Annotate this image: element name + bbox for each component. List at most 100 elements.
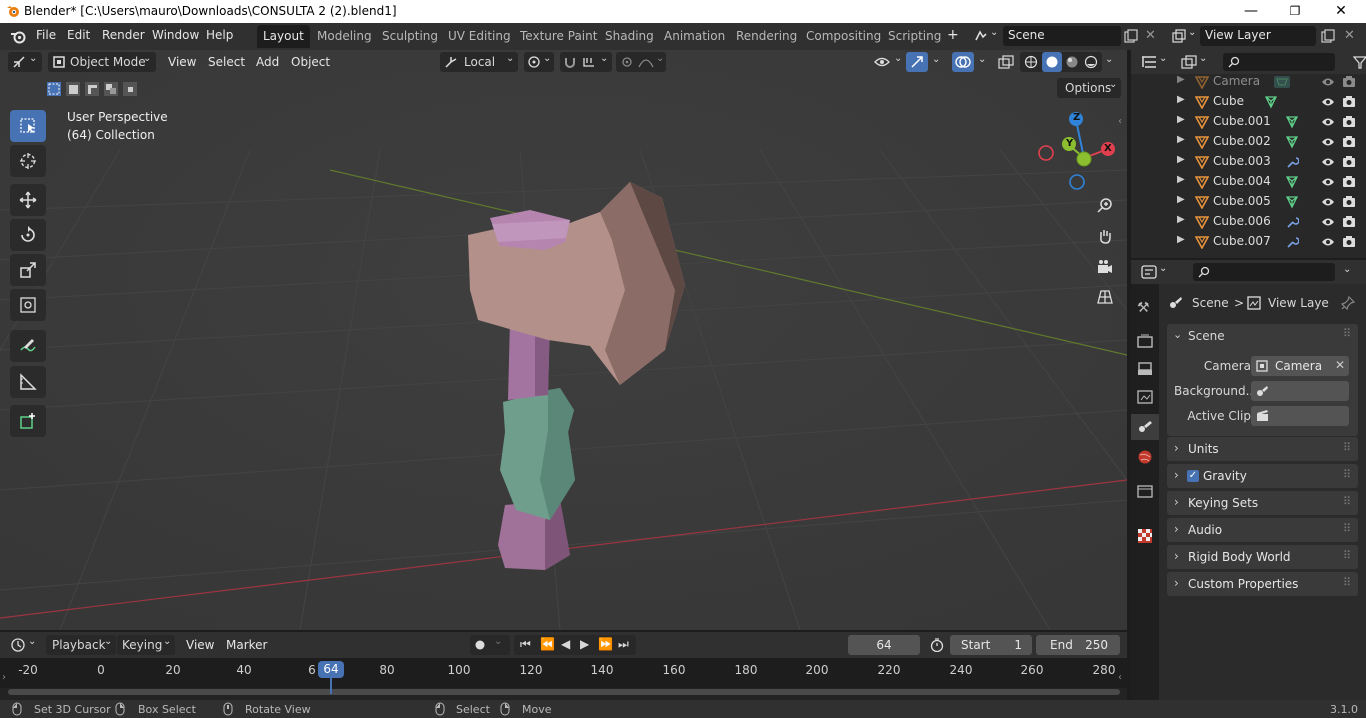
- playhead-marker[interactable]: 64: [318, 661, 344, 678]
- solid-shading-button[interactable]: [1042, 52, 1062, 72]
- properties-search-input[interactable]: [1193, 263, 1335, 281]
- mode-dropdown[interactable]: Object Mode ⌄: [48, 52, 156, 72]
- select-box-tool[interactable]: [10, 110, 46, 142]
- drag-handle-icon[interactable]: ⠿: [1343, 495, 1351, 508]
- viewport-menu-add[interactable]: Add: [256, 55, 279, 69]
- overlays-toggle-button[interactable]: [952, 52, 974, 72]
- panel-audio[interactable]: › Audio ⠿: [1167, 518, 1358, 542]
- annotate-tool[interactable]: [10, 330, 46, 362]
- minimize-button[interactable]: —: [1228, 0, 1274, 23]
- menu-file[interactable]: File: [36, 28, 56, 42]
- timeline-left-arrow-icon[interactable]: ›: [2, 672, 6, 683]
- cursor-tool[interactable]: [10, 145, 46, 177]
- tab-texture-paint[interactable]: Texture Paint: [514, 25, 603, 48]
- view-layer-browse-button[interactable]: ⌄: [1170, 26, 1200, 46]
- pivot-point-dropdown[interactable]: ⌄: [524, 52, 554, 72]
- snapping-controls[interactable]: ⌄: [560, 52, 612, 72]
- eye-icon[interactable]: [1321, 136, 1335, 148]
- drag-handle-icon[interactable]: ⠿: [1343, 441, 1351, 454]
- outliner-row[interactable]: ▶ Cube.004: [1131, 172, 1366, 192]
- 3d-viewport[interactable]: ⌄ Object Mode ⌄ View Select Add Object L…: [0, 50, 1127, 630]
- eye-icon[interactable]: [1321, 196, 1335, 208]
- outliner-row[interactable]: ▶ Cube.005: [1131, 192, 1366, 212]
- viewport-menu-object[interactable]: Object: [291, 55, 330, 69]
- camera-render-icon[interactable]: [1342, 235, 1356, 248]
- world-tab-icon[interactable]: [1137, 449, 1153, 465]
- panel-keying-sets[interactable]: › Keying Sets ⠿: [1167, 491, 1358, 515]
- tab-compositing[interactable]: Compositing: [800, 25, 887, 48]
- overlays-dropdown-chevron-icon[interactable]: ⌄: [978, 54, 986, 65]
- scene-browse-button[interactable]: ⌄: [972, 26, 1002, 46]
- select-subtract-icon[interactable]: [84, 81, 100, 97]
- clear-camera-icon[interactable]: ✕: [1335, 358, 1345, 372]
- camera-render-icon[interactable]: [1342, 135, 1356, 148]
- select-extend-icon[interactable]: [65, 81, 81, 97]
- eye-icon[interactable]: [1321, 236, 1335, 248]
- measure-tool[interactable]: [10, 366, 46, 398]
- camera-render-icon[interactable]: [1342, 75, 1356, 88]
- horizontal-scrollbar[interactable]: [8, 689, 1120, 695]
- properties-editor-type-button[interactable]: ⌄: [1141, 263, 1171, 281]
- expand-arrow-icon[interactable]: ▶: [1177, 134, 1185, 145]
- menu-render[interactable]: Render: [102, 28, 145, 42]
- outliner-search-input[interactable]: [1223, 53, 1335, 71]
- xray-toggle-icon[interactable]: [998, 55, 1014, 69]
- transform-tool[interactable]: [10, 289, 46, 321]
- collection-tab-icon[interactable]: [1137, 484, 1153, 498]
- outliner-editor-type-button[interactable]: ⌄: [1141, 53, 1171, 71]
- drag-handle-icon[interactable]: ⠿: [1343, 468, 1351, 481]
- view-layer-name-field[interactable]: View Layer: [1200, 26, 1316, 46]
- drag-handle-icon[interactable]: ⠿: [1343, 327, 1351, 340]
- camera-view-button[interactable]: [1091, 253, 1119, 281]
- active-clip-field[interactable]: [1251, 406, 1349, 426]
- expand-arrow-icon[interactable]: ▶: [1177, 194, 1185, 205]
- menu-help[interactable]: Help: [206, 28, 233, 42]
- drag-handle-icon[interactable]: ⠿: [1343, 576, 1351, 589]
- eye-icon[interactable]: [1321, 116, 1335, 128]
- select-intersect-icon[interactable]: [122, 81, 138, 97]
- pan-button[interactable]: [1091, 222, 1119, 250]
- eye-icon[interactable]: [1321, 96, 1335, 108]
- outliner-row[interactable]: ▶ Cube.006: [1131, 212, 1366, 232]
- delete-scene-icon[interactable]: ✕: [1145, 28, 1156, 43]
- tab-sculpting[interactable]: Sculpting: [376, 25, 444, 48]
- expand-arrow-icon[interactable]: ▶: [1177, 114, 1185, 125]
- close-window-button[interactable]: ✕: [1318, 0, 1364, 23]
- tab-uv-editing[interactable]: UV Editing: [442, 25, 517, 48]
- panel-gravity[interactable]: › ✓ Gravity ⠿: [1167, 464, 1358, 488]
- material-shading-icon[interactable]: [1065, 55, 1079, 69]
- scene-tab[interactable]: [1131, 414, 1159, 440]
- expand-arrow-icon[interactable]: ▶: [1177, 234, 1185, 245]
- selection-mode-buttons[interactable]: [44, 79, 140, 99]
- select-new-icon[interactable]: [46, 81, 62, 97]
- timeline-right-arrow-icon[interactable]: ‹: [1118, 672, 1122, 683]
- menu-edit[interactable]: Edit: [67, 28, 90, 42]
- tool-settings-tab-icon[interactable]: ⚒: [1137, 300, 1150, 316]
- blender-menu-icon[interactable]: [10, 29, 26, 44]
- duplicate-view-layer-icon[interactable]: [1321, 29, 1335, 43]
- camera-render-icon[interactable]: [1342, 155, 1356, 168]
- eye-icon[interactable]: [1321, 76, 1335, 88]
- proportional-editing-controls[interactable]: ⌄: [616, 52, 666, 72]
- expand-arrow-icon[interactable]: ▶: [1177, 154, 1185, 165]
- wireframe-shading-icon[interactable]: [1024, 55, 1038, 69]
- viewport-menu-view[interactable]: View: [168, 55, 196, 69]
- options-dropdown[interactable]: Options ⌄: [1057, 78, 1121, 98]
- add-cube-tool[interactable]: [10, 405, 46, 437]
- drag-handle-icon[interactable]: ⠿: [1343, 522, 1351, 535]
- tab-modeling[interactable]: Modeling: [311, 25, 378, 48]
- tab-animation[interactable]: Animation: [658, 25, 731, 48]
- camera-render-icon[interactable]: [1342, 95, 1356, 108]
- move-tool[interactable]: [10, 184, 46, 216]
- zoom-button[interactable]: [1091, 191, 1119, 219]
- texture-tab-icon[interactable]: [1137, 528, 1153, 544]
- outliner-row[interactable]: ▶ Cube.002: [1131, 132, 1366, 152]
- camera-field[interactable]: Camera ✕: [1251, 356, 1349, 376]
- display-mode-button[interactable]: ⌄: [1181, 53, 1211, 71]
- gizmo-dropdown-chevron-icon[interactable]: ⌄: [932, 54, 940, 65]
- tab-shading[interactable]: Shading: [599, 25, 660, 48]
- outliner-row[interactable]: ▶ Cube.001: [1131, 112, 1366, 132]
- output-tab-icon[interactable]: [1137, 362, 1153, 376]
- eye-icon[interactable]: [1321, 156, 1335, 168]
- tab-layout[interactable]: Layout: [257, 25, 310, 48]
